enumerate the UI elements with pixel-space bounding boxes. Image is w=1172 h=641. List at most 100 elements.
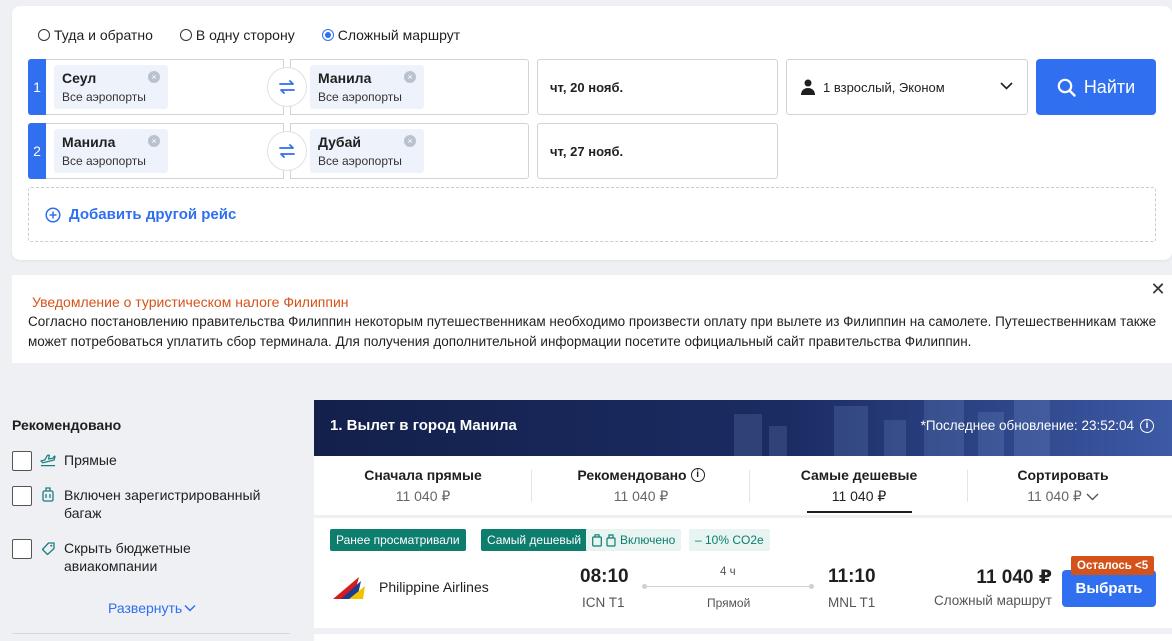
sort-tab-cheapest-label: Самые дешевые xyxy=(800,467,918,483)
luggage-icon xyxy=(592,533,602,547)
filter-nonstop-checkbox[interactable] xyxy=(12,451,32,471)
close-icon[interactable]: ✕ xyxy=(1150,280,1166,298)
next-flight-card xyxy=(314,634,1172,641)
trip-type-round[interactable]: Туда и обратно xyxy=(38,27,153,43)
carry-on-icon xyxy=(606,533,616,547)
radio-oneway[interactable] xyxy=(179,29,192,41)
sort-tab-cheapest[interactable]: Самые дешевые 11 040 ₽ xyxy=(750,456,968,515)
radio-round[interactable] xyxy=(38,29,50,41)
leg-2-origin-chip[interactable]: Манила Все аэропорты × xyxy=(54,129,168,173)
leg-1-destination-chip[interactable]: Манила Все аэропорты × xyxy=(310,65,424,109)
leg-1-origin-field[interactable]: Сеул Все аэропорты × xyxy=(46,59,284,115)
leg-1-destination-sub: Все аэропорты xyxy=(318,90,402,104)
swap-button-leg-2[interactable] xyxy=(267,131,307,171)
notice-body: Согласно постановлению правительства Фил… xyxy=(28,314,1157,349)
trip-type-group: Туда и обратно В одну сторону Сложный ма… xyxy=(38,27,460,43)
chevron-down-icon xyxy=(1086,493,1099,500)
flight-card[interactable]: Ранее просматривали Самый дешевый Включе… xyxy=(314,518,1172,628)
tag-viewed: Ранее просматривали xyxy=(330,529,466,551)
select-flight-button[interactable]: Выбрать xyxy=(1062,570,1156,607)
clear-icon[interactable]: × xyxy=(148,71,160,83)
leg-2-destination-chip[interactable]: Дубай Все аэропорты × xyxy=(310,129,424,173)
filter-baggage-label: Включен зарегистрированный багаж xyxy=(64,487,261,521)
chevron-down-icon xyxy=(1000,82,1013,90)
person-icon xyxy=(801,79,815,95)
results-title: 1. Вылет в город Манила xyxy=(330,417,517,434)
passengers-select[interactable]: 1 взрослый, Эконом xyxy=(786,59,1028,115)
leg-2-origin-sub: Все аэропорты xyxy=(62,154,146,168)
search-icon xyxy=(1057,78,1076,97)
last-update: *Последнее обновление: 23:52:04 i xyxy=(921,418,1154,433)
sort-tab-nonstop[interactable]: Сначала прямые 11 040 ₽ xyxy=(314,456,532,515)
leg-2-destination-field[interactable]: Дубай Все аэропорты × xyxy=(290,123,529,179)
expand-filters-link[interactable]: Развернуть xyxy=(108,600,196,616)
sort-tab-recommended-price: 11 040 ₽ xyxy=(613,488,669,504)
info-icon[interactable]: i xyxy=(690,468,705,482)
clear-icon[interactable]: × xyxy=(148,135,160,147)
tag-cheapest: Самый дешевый xyxy=(481,529,588,551)
airline-name: Philippine Airlines xyxy=(379,579,489,595)
leg-2-destination-sub: Все аэропорты xyxy=(318,154,402,168)
plus-circle-icon xyxy=(45,206,61,223)
sort-dropdown-price: 11 040 ₽ xyxy=(1027,488,1082,504)
swap-button-leg-1[interactable] xyxy=(267,67,307,107)
plane-icon xyxy=(40,451,56,469)
sort-bar: Сначала прямые 11 040 ₽ Рекомендовано i … xyxy=(314,456,1172,515)
expand-filters-label: Развернуть xyxy=(108,600,183,616)
departure-time: 08:10 xyxy=(580,566,629,587)
radio-multicity[interactable] xyxy=(321,29,334,41)
leg-1-date-field[interactable]: чт, 20 нояб. xyxy=(537,59,778,115)
sort-tab-cheapest-price: 11 040 ₽ xyxy=(831,488,887,504)
leg-2-date-field[interactable]: чт, 27 нояб. xyxy=(537,123,778,179)
leg-2-date: чт, 27 нояб. xyxy=(550,143,624,159)
leg-2-origin-field[interactable]: Манила Все аэропорты × xyxy=(46,123,284,179)
trip-type-oneway[interactable]: В одну сторону xyxy=(179,27,295,43)
tag-baggage-label: Включено xyxy=(620,533,676,547)
clear-icon[interactable]: × xyxy=(404,135,416,147)
search-button-label: Найти xyxy=(1083,76,1136,97)
price-route-type: Сложный маршрут xyxy=(933,593,1052,608)
leg-1-date: чт, 20 нояб. xyxy=(550,79,624,95)
add-flight-label: Добавить другой рейс xyxy=(69,206,237,223)
trip-type-multicity[interactable]: Сложный маршрут xyxy=(321,27,461,43)
notice-title: Уведомление о туристическом налоге Филип… xyxy=(32,294,349,310)
tag-icon xyxy=(40,539,56,557)
leg-2-destination-city: Дубай xyxy=(318,134,361,150)
tag-co2: – 10% CO2e xyxy=(689,529,770,551)
tax-notice: Уведомление о туристическом налоге Филип… xyxy=(12,275,1172,363)
filter-nonstop-label: Прямые xyxy=(64,452,117,468)
sort-dropdown-label: Сортировать xyxy=(1017,467,1109,483)
filter-divider xyxy=(12,633,290,634)
leg-1-origin-sub: Все аэропорты xyxy=(62,90,146,104)
sort-tab-nonstop-label: Сначала прямые xyxy=(364,467,482,483)
flight-stops: Прямой xyxy=(707,596,751,610)
info-icon[interactable]: i xyxy=(1140,418,1154,433)
add-flight-button[interactable]: Добавить другой рейс xyxy=(28,187,1156,242)
search-button[interactable]: Найти xyxy=(1036,59,1156,115)
leg-1-destination-city: Манила xyxy=(318,70,372,86)
seats-left-badge: Осталось <5 xyxy=(1071,556,1155,575)
clear-icon[interactable]: × xyxy=(404,71,416,83)
route-line xyxy=(642,584,814,589)
leg-number-1: 1 xyxy=(28,59,46,115)
sort-dropdown[interactable]: Сортировать 11 040 ₽ xyxy=(954,456,1172,515)
sort-tab-recommended[interactable]: Рекомендовано i 11 040 ₽ xyxy=(532,456,750,515)
filter-baggage[interactable]: Включен зарегистрированный багаж xyxy=(12,486,282,522)
leg-1-origin-chip[interactable]: Сеул Все аэропорты × xyxy=(54,65,168,109)
leg-1-destination-field[interactable]: Манила Все аэропорты × xyxy=(290,59,529,115)
sort-tab-nonstop-price: 11 040 ₽ xyxy=(395,488,451,504)
tag-baggage-included: Включено xyxy=(586,529,682,551)
arrival-airport: MNL T1 xyxy=(828,595,876,610)
leg-number-2: 2 xyxy=(28,123,46,179)
trip-type-multicity-label: Сложный маршрут xyxy=(337,27,461,43)
filter-nonstop[interactable]: Прямые xyxy=(12,451,117,471)
filter-budget[interactable]: Скрыть бюджетные авиакомпании xyxy=(12,539,282,575)
filter-baggage-checkbox[interactable] xyxy=(12,486,32,506)
leg-1-origin-city: Сеул xyxy=(62,70,97,86)
filter-budget-checkbox[interactable] xyxy=(12,539,32,559)
luggage-icon xyxy=(40,486,56,504)
trip-type-round-label: Туда и обратно xyxy=(54,27,153,43)
leg-2-origin-city: Манила xyxy=(62,134,116,150)
chevron-down-icon xyxy=(184,604,196,612)
active-sort-indicator xyxy=(807,511,912,513)
